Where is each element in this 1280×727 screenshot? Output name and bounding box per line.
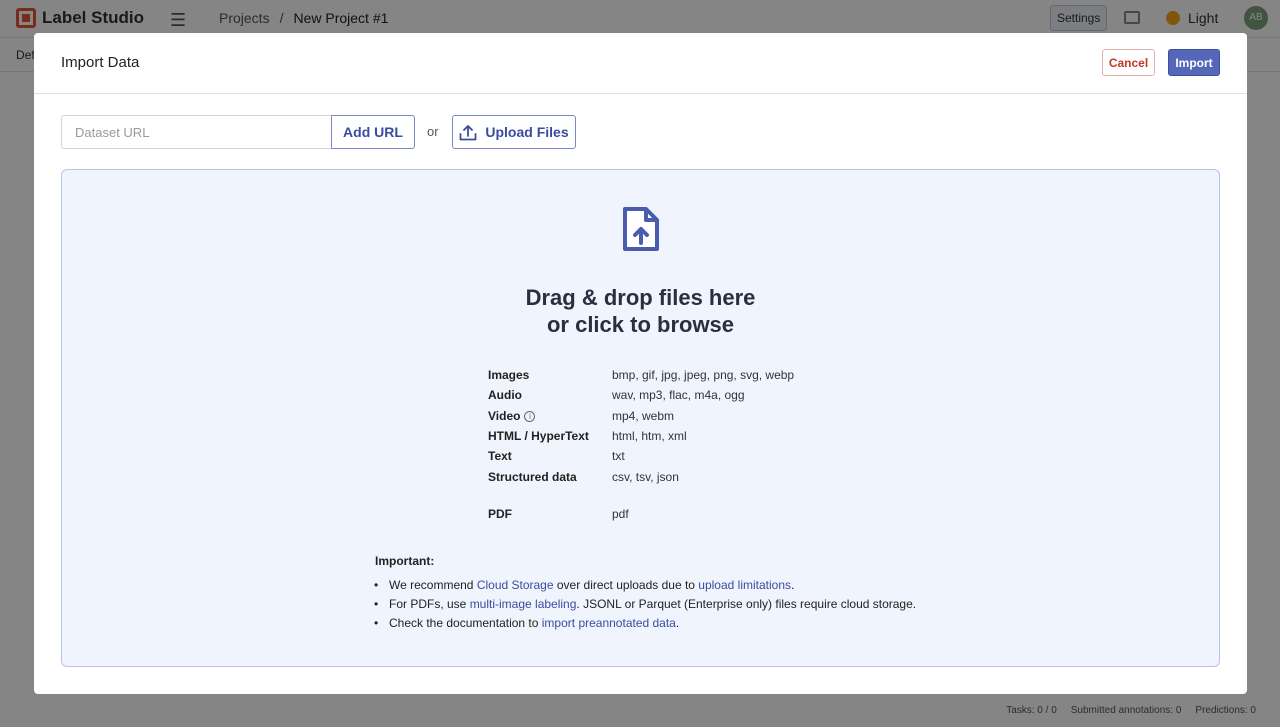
note-text: .	[675, 616, 680, 630]
format-row: PDF pdf	[488, 507, 848, 525]
format-name: Images	[488, 368, 530, 382]
cloud-storage-link[interactable]: Cloud Storage	[477, 578, 554, 592]
import-preannotated-link[interactable]: import preannotated data	[542, 616, 676, 630]
note-text: over direct uploads due to	[553, 578, 699, 592]
format-row: Audio wav, mp3, flac, m4a, ogg	[488, 388, 848, 406]
drop-title: Drag & drop files here	[525, 285, 756, 310]
format-name-video: Video i	[488, 409, 536, 423]
format-row: Video i mp4, webm	[488, 409, 848, 427]
or-text: or	[427, 124, 439, 139]
file-upload-icon	[623, 207, 659, 251]
note-item: Check the documentation to import preann…	[374, 616, 680, 630]
format-extensions: html, htm, xml	[612, 429, 687, 443]
import-button[interactable]: Import	[1168, 49, 1220, 76]
upload-files-label: Upload Files	[485, 124, 569, 140]
format-extensions: pdf	[612, 507, 629, 521]
note-text: .	[791, 578, 795, 592]
format-name: Text	[488, 449, 512, 463]
note-text: We recommend	[389, 578, 477, 592]
format-extensions: txt	[612, 449, 625, 463]
upload-files-button[interactable]: Upload Files	[452, 115, 576, 149]
note-text: . JSONL or Parquet (Enterprise only) fil…	[576, 597, 917, 611]
info-icon[interactable]: i	[524, 410, 536, 422]
format-name: Audio	[488, 388, 522, 402]
format-extensions: csv, tsv, json	[612, 470, 679, 484]
add-url-button[interactable]: Add URL	[331, 115, 415, 149]
format-extensions: bmp, gif, jpg, jpeg, png, svg, webp	[612, 368, 795, 382]
upload-icon	[459, 124, 477, 140]
note-text: For PDFs, use	[389, 597, 470, 611]
cancel-button[interactable]: Cancel	[1102, 49, 1155, 76]
format-name: HTML / HyperText	[488, 429, 589, 443]
drop-subtitle: or click to browse	[546, 312, 735, 337]
dataset-url-input[interactable]	[61, 115, 332, 149]
note-item: For PDFs, use multi-image labeling. JSON…	[374, 597, 917, 611]
important-heading: Important:	[375, 554, 435, 568]
format-name: PDF	[488, 507, 512, 521]
format-row: Structured data csv, tsv, json	[488, 470, 848, 488]
format-extensions: mp4, webm	[612, 409, 675, 423]
format-extensions: wav, mp3, flac, m4a, ogg	[612, 388, 745, 402]
modal-title: Import Data	[61, 54, 140, 71]
upload-limitations-link[interactable]: upload limitations	[698, 578, 791, 592]
format-name: Video	[488, 409, 521, 423]
file-dropzone[interactable]: Drag & drop files here or click to brows…	[61, 169, 1220, 667]
note-text: Check the documentation to	[389, 616, 542, 630]
import-modal: Import Data Cancel Import Add URL or Upl…	[34, 33, 1247, 694]
format-row: Images bmp, gif, jpg, jpeg, png, svg, we…	[488, 368, 848, 386]
multi-image-labeling-link[interactable]: multi-image labeling	[470, 597, 577, 611]
note-item: We recommend Cloud Storage over direct u…	[374, 578, 795, 592]
format-row: HTML / HyperText html, htm, xml	[488, 429, 848, 447]
format-name: Structured data	[488, 470, 577, 484]
modal-header: Import Data Cancel Import	[34, 33, 1247, 94]
format-row: Text txt	[488, 449, 848, 467]
